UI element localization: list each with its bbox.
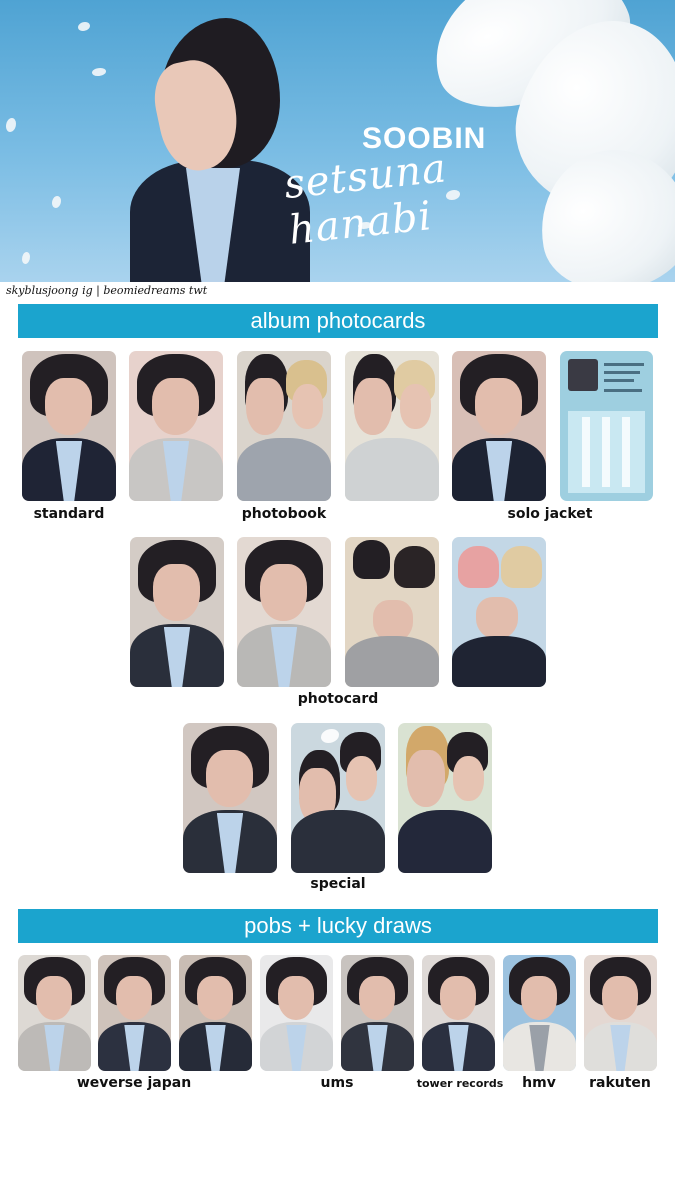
label-tower-records: tower records xyxy=(416,1077,504,1090)
photocard xyxy=(345,351,439,501)
label-weverse-japan: weverse japan xyxy=(76,1075,192,1091)
special-photocard xyxy=(398,723,492,873)
pob-photocard xyxy=(179,955,252,1071)
photocard xyxy=(237,537,331,687)
petal xyxy=(52,196,61,208)
photocard xyxy=(183,723,277,873)
label-rakuten: rakuten xyxy=(589,1075,651,1091)
group-photocard xyxy=(345,537,439,687)
pob-photocard xyxy=(18,955,91,1071)
pob-photocard xyxy=(341,955,414,1071)
label-ums: ums xyxy=(320,1075,354,1091)
label-photocard: photocard xyxy=(297,691,379,707)
group-photocard xyxy=(452,537,546,687)
petal xyxy=(78,22,90,31)
photocard xyxy=(452,351,546,501)
photocard xyxy=(237,351,331,501)
photocard xyxy=(129,351,223,501)
solo-jacket-card xyxy=(560,351,653,501)
petal xyxy=(22,252,30,264)
pob-photocard xyxy=(584,955,657,1071)
label-standard: standard xyxy=(33,506,105,522)
pob-photocard xyxy=(503,955,576,1071)
photocard xyxy=(22,351,116,501)
pob-photocard xyxy=(422,955,495,1071)
section-pobs-lucky-draws: pobs + lucky draws xyxy=(18,909,658,943)
label-special: special xyxy=(310,876,366,892)
petal xyxy=(6,118,16,132)
pob-photocard xyxy=(98,955,171,1071)
section-album-photocards: album photocards xyxy=(18,304,658,338)
header-banner: SOOBIN setsuna hanabi xyxy=(0,0,675,282)
petal xyxy=(92,68,106,76)
label-hmv: hmv xyxy=(522,1075,556,1091)
pob-photocard xyxy=(260,955,333,1071)
album-title: setsuna hanabi xyxy=(281,145,450,254)
credit-text: skyblusjoong ig | beomiedreams twt xyxy=(6,284,208,297)
photocard xyxy=(130,537,224,687)
label-solo-jacket: solo jacket xyxy=(507,506,593,522)
special-photocard xyxy=(291,723,385,873)
label-photobook: photobook xyxy=(241,506,327,522)
